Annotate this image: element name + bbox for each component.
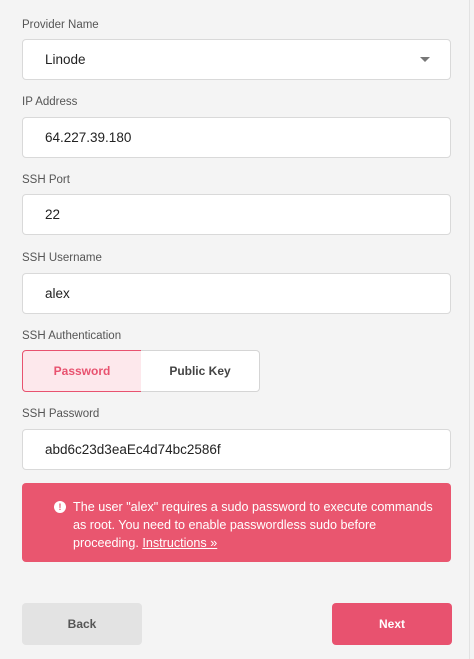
back-button[interactable]: Back bbox=[22, 603, 142, 645]
port-input[interactable]: 22 bbox=[22, 194, 451, 235]
username-input[interactable]: alex bbox=[22, 273, 451, 314]
server-form-panel: Provider Name Linode IP Address 64.227.3… bbox=[0, 0, 470, 659]
provider-value: Linode bbox=[45, 52, 86, 67]
username-label: SSH Username bbox=[22, 252, 102, 264]
alert-text: The user "alex" requires a sudo password… bbox=[73, 500, 433, 550]
next-button[interactable]: Next bbox=[332, 603, 452, 645]
auth-password-option[interactable]: Password bbox=[22, 350, 142, 392]
provider-label: Provider Name bbox=[22, 19, 99, 31]
provider-select[interactable]: Linode bbox=[22, 39, 451, 80]
auth-public-key-option[interactable]: Public Key bbox=[141, 350, 260, 392]
port-value: 22 bbox=[45, 207, 61, 222]
password-value: abd6c23d3eaEc4d74bc2586f bbox=[45, 442, 221, 457]
username-value: alex bbox=[45, 286, 70, 301]
ip-input[interactable]: 64.227.39.180 bbox=[22, 117, 451, 158]
sudo-warning-alert: ! The user "alex" requires a sudo passwo… bbox=[22, 483, 451, 562]
ip-label: IP Address bbox=[22, 96, 78, 108]
port-label: SSH Port bbox=[22, 174, 70, 186]
chevron-down-icon bbox=[420, 57, 430, 62]
ip-value: 64.227.39.180 bbox=[45, 130, 132, 145]
exclamation-icon: ! bbox=[54, 501, 66, 513]
instructions-link[interactable]: Instructions » bbox=[142, 536, 217, 550]
auth-label: SSH Authentication bbox=[22, 330, 122, 342]
password-label: SSH Password bbox=[22, 408, 100, 420]
password-input[interactable]: abd6c23d3eaEc4d74bc2586f bbox=[22, 429, 451, 470]
